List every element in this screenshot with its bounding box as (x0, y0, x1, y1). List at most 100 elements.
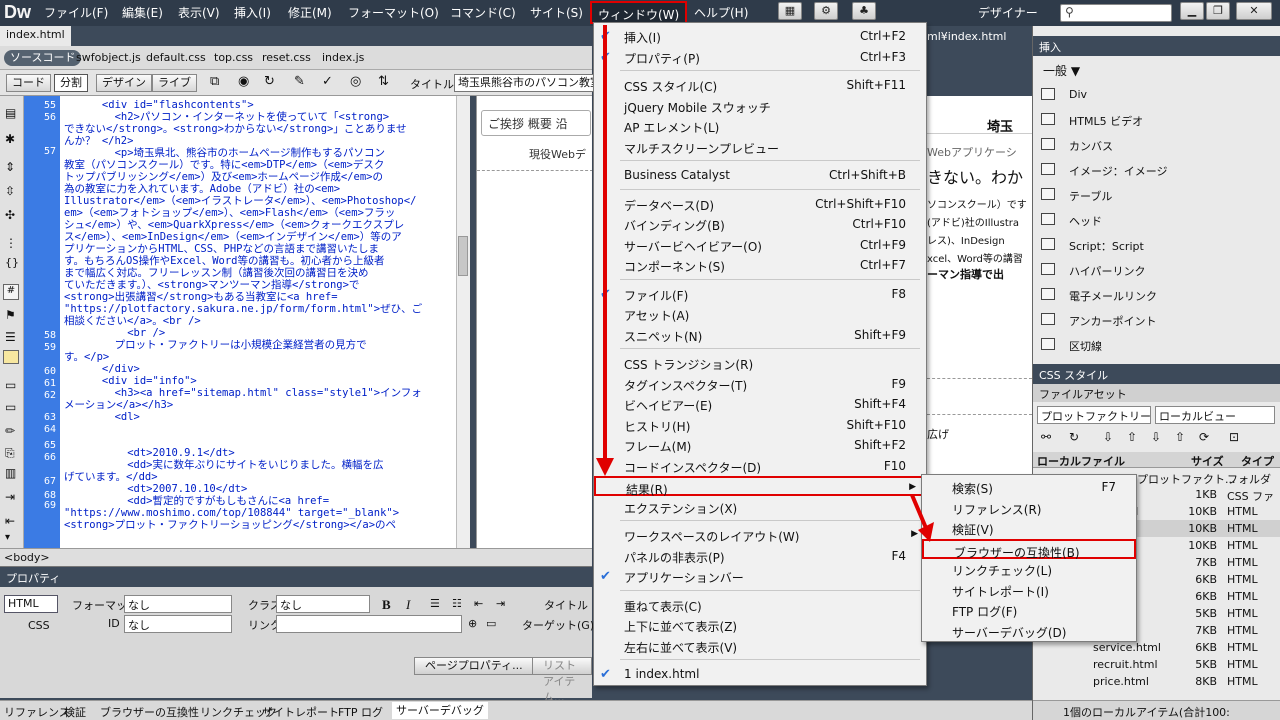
window-menu-item[interactable]: CSS スタイル(C) Shift+F11 (594, 75, 926, 95)
window-menu-item[interactable]: ヒストリ(H) Shift+F10 (594, 415, 926, 435)
results-tab[interactable]: サーバーデバッグ (392, 702, 488, 719)
results-submenu-item[interactable]: 検索(S) F7 (922, 477, 1136, 497)
results-submenu-item[interactable]: サイトレポート(I) (922, 580, 1136, 600)
insert-item[interactable]: アンカーポイント (1069, 313, 1157, 329)
indent-code-icon[interactable]: ⇥ (5, 490, 15, 504)
window-menu-item[interactable]: 左右に並べて表示(V) (594, 636, 926, 656)
menu-8[interactable]: ウィンドウ(W) (590, 1, 688, 24)
insert-item[interactable]: Script：Script (1069, 238, 1144, 254)
minimize-icon[interactable]: ▁ (1180, 2, 1204, 20)
document-tab[interactable]: index.html (0, 26, 71, 46)
results-submenu-item[interactable]: FTP ログ(F) (922, 600, 1136, 620)
select-parent-tag-icon[interactable]: ⋮ (5, 236, 17, 250)
menu-4[interactable]: 修正(M) (288, 4, 332, 21)
menu-5[interactable]: フォーマット(O) (348, 4, 439, 21)
refresh-icon[interactable]: ↻ (264, 74, 275, 89)
window-menu-item[interactable]: タグインスペクター(T) F9 (594, 374, 926, 394)
italic-button[interactable]: I (406, 597, 410, 613)
results-submenu-item[interactable]: 検証(V) (922, 518, 1136, 538)
outdent-icon[interactable]: ⇤ (474, 597, 483, 610)
results-submenu-item[interactable]: リファレンス(R) (922, 498, 1136, 518)
results-submenu-item[interactable]: サーバーデバッグ(D) (922, 621, 1136, 641)
col-type[interactable]: タイプ (1241, 453, 1274, 469)
expand-all-icon[interactable]: ✣ (5, 208, 15, 222)
related-file[interactable]: default.css (146, 51, 206, 64)
insert-item[interactable]: カンバス (1069, 138, 1113, 154)
insert-panel-tab[interactable]: 挿入 (1033, 36, 1280, 56)
related-file[interactable]: index.js (322, 51, 364, 64)
collapse-tag-icon[interactable]: ⇕ (5, 160, 15, 174)
results-submenu-item[interactable]: リンクチェック(L) (922, 559, 1136, 579)
open-documents-icon[interactable]: ▤ (5, 106, 16, 120)
format-select[interactable]: なし (124, 595, 232, 613)
window-menu-item[interactable]: CSS トランジション(R) (594, 353, 926, 373)
related-file[interactable]: reset.css (262, 51, 311, 64)
col-size[interactable]: サイズ (1191, 453, 1224, 469)
window-menu-item[interactable]: パネルの非表示(P) F4 (594, 546, 926, 566)
ordered-list-icon[interactable]: ☷ (452, 597, 462, 610)
menu-1[interactable]: 編集(E) (122, 4, 163, 21)
window-menu-item[interactable]: 結果(R) ▶ (594, 476, 926, 497)
check-in-icon[interactable]: ⇧ (1175, 430, 1185, 444)
menu-2[interactable]: 表示(V) (178, 4, 220, 21)
insert-item[interactable]: イメージ：イメージ (1069, 163, 1168, 179)
point-to-file-icon[interactable]: ⊕ (468, 617, 477, 630)
outdent-code-icon[interactable]: ⇤ (5, 514, 15, 528)
menu-6[interactable]: コマンド(C) (450, 4, 516, 21)
window-menu-item[interactable]: Business Catalyst Ctrl+Shift+B (594, 165, 926, 185)
menu-3[interactable]: 挿入(I) (234, 4, 271, 21)
insert-item[interactable]: 電子メールリンク (1069, 288, 1157, 304)
remove-comment-icon[interactable]: ▭ (5, 400, 16, 414)
check-icon[interactable]: ✓ (322, 74, 333, 89)
preview-icon[interactable]: ◉ (238, 74, 249, 89)
move-css-icon[interactable]: ▥ (5, 466, 16, 480)
refresh-icon[interactable]: ↻ (1069, 430, 1079, 444)
balance-braces-icon[interactable]: {} (5, 256, 19, 269)
bold-button[interactable]: B (382, 597, 391, 613)
window-menu-item[interactable]: jQuery Mobile スウォッチ (594, 96, 926, 116)
indent-icon[interactable]: ⇥ (496, 597, 505, 610)
live-view-button[interactable]: ライブ (152, 74, 197, 92)
multiscreen-icon[interactable]: ⧉ (210, 74, 219, 89)
file-management-icon[interactable]: ⇅ (378, 74, 389, 89)
menu-0[interactable]: ファイル(F) (44, 4, 108, 21)
collapse-selection-icon[interactable]: ⇳ (5, 184, 15, 198)
assets-tab[interactable]: アセット (1083, 386, 1127, 402)
col-local-files[interactable]: ローカルファイル (1037, 453, 1125, 469)
view-select[interactable]: ローカルビュー (1155, 406, 1275, 424)
wrap-tag-icon[interactable]: ✏ (5, 424, 15, 438)
results-submenu-item[interactable]: ブラウザーの互換性(B) (922, 538, 1136, 560)
design-view[interactable]: ご挨拶 概要 沿 現役Webデ (476, 96, 592, 548)
css-styles-tab[interactable]: CSS スタイル (1033, 364, 1280, 384)
layout-icon[interactable]: ▦ (778, 2, 802, 20)
id-select[interactable]: なし (124, 615, 232, 633)
related-file[interactable]: swfobject.js (76, 51, 141, 64)
results-tab[interactable]: FTP ログ (338, 704, 383, 720)
scroll-down-icon[interactable]: ▾ (5, 532, 10, 543)
menu-9[interactable]: ヘルプ(H) (694, 4, 748, 21)
browse-folder-icon[interactable]: ▭ (486, 617, 496, 630)
gear-icon[interactable]: ⚙ (814, 2, 838, 20)
search-input[interactable]: ⚲ (1060, 4, 1172, 22)
design-view-button[interactable]: デザイン (96, 74, 152, 92)
window-menu-item[interactable]: ✔ アプリケーションバー (594, 566, 926, 586)
related-file-source[interactable]: ソースコード (4, 50, 82, 66)
window-menu-item[interactable]: ✔ ファイル(F) F8 (594, 284, 926, 304)
related-file[interactable]: top.css (214, 51, 253, 64)
insert-item[interactable]: ハイパーリンク (1069, 263, 1146, 279)
word-wrap-icon[interactable] (3, 350, 19, 364)
files-tab[interactable]: ファイル (1039, 386, 1083, 402)
visual-aids-icon[interactable]: ✎ (294, 74, 305, 89)
window-menu-item[interactable]: アセット(A) (594, 304, 926, 324)
window-menu-item[interactable]: データベース(D) Ctrl+Shift+F10 (594, 194, 926, 214)
window-menu-item[interactable]: 上下に並べて表示(Z) (594, 615, 926, 635)
window-menu-item[interactable]: AP エレメント(L) (594, 116, 926, 136)
highlight-invalid-icon[interactable]: ⚑ (5, 308, 16, 322)
unordered-list-icon[interactable]: ☰ (430, 597, 440, 610)
link-input[interactable] (276, 615, 462, 633)
window-menu-item[interactable]: コードインスペクター(D) F10 (594, 456, 926, 476)
window-menu-item[interactable]: バインディング(B) Ctrl+F10 (594, 214, 926, 234)
window-menu-item[interactable]: ワークスペースのレイアウト(W) ▶ (594, 525, 926, 545)
get-files-icon[interactable]: ⇩ (1103, 430, 1113, 444)
window-menu-item[interactable]: 重ねて表示(C) (594, 595, 926, 615)
